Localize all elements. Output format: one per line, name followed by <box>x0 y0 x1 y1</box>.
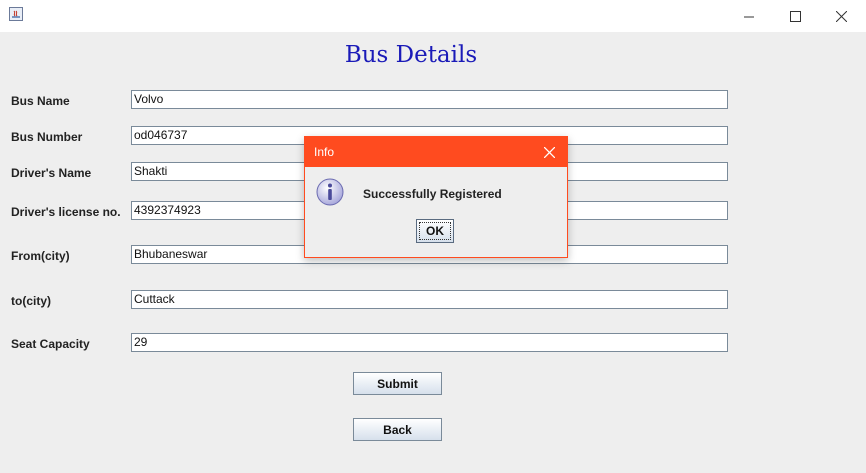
bus-number-label: Bus Number <box>11 130 83 144</box>
to-city-label: to(city) <box>11 294 51 308</box>
driver-name-label: Driver's Name <box>11 166 92 180</box>
dialog-title: Info <box>314 145 335 159</box>
from-city-label: From(city) <box>11 249 70 263</box>
bus-name-input[interactable]: Volvo <box>131 90 728 109</box>
info-dialog: Info Successfully Registered OK <box>304 136 568 258</box>
back-button[interactable]: Back <box>353 418 442 441</box>
page-title: Bus Details <box>344 42 478 68</box>
seat-capacity-input[interactable]: 29 <box>131 333 728 352</box>
info-icon <box>316 178 344 206</box>
driver-license-label: Driver's license no. <box>11 205 121 219</box>
close-icon <box>543 146 555 158</box>
to-city-input[interactable]: Cuttack <box>131 290 728 309</box>
submit-button[interactable]: Submit <box>353 372 442 395</box>
close-button[interactable] <box>818 0 864 32</box>
ok-button[interactable]: OK <box>416 219 454 243</box>
seat-capacity-label: Seat Capacity <box>11 337 90 351</box>
minimize-icon <box>743 16 754 17</box>
close-icon <box>835 10 847 22</box>
minimize-button[interactable] <box>726 0 772 32</box>
maximize-button[interactable] <box>772 0 818 32</box>
dialog-titlebar: Info <box>305 137 567 167</box>
dialog-close-button[interactable] <box>531 137 567 167</box>
java-app-icon <box>9 7 23 21</box>
maximize-icon <box>789 10 801 22</box>
dialog-message: Successfully Registered <box>363 187 502 201</box>
bus-name-label: Bus Name <box>11 94 70 108</box>
window-titlebar <box>0 0 866 33</box>
